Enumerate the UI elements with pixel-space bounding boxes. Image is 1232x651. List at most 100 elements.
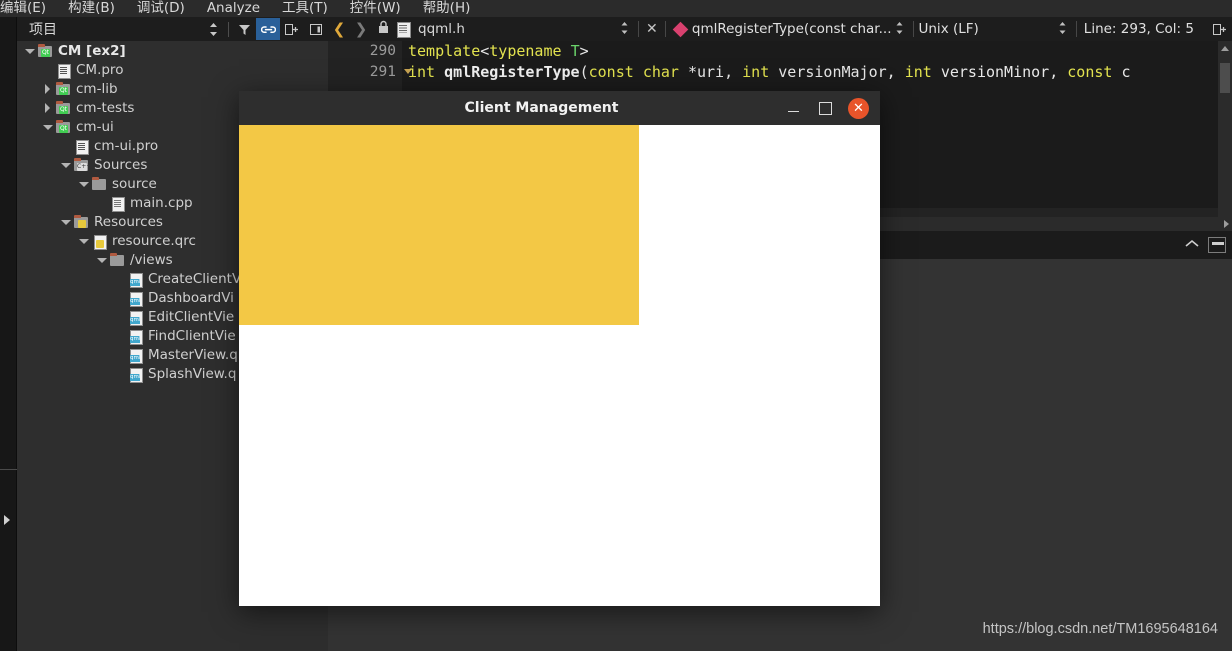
tree-item-label: /views bbox=[130, 251, 173, 268]
qrc-icon bbox=[91, 233, 107, 250]
code-token: T bbox=[570, 42, 580, 60]
current-filename[interactable]: qqml.h bbox=[418, 21, 465, 37]
scroll-up-arrow-icon[interactable] bbox=[1221, 46, 1229, 51]
qml-icon: qml bbox=[127, 290, 143, 307]
scroll-right-arrow-icon[interactable] bbox=[1224, 220, 1229, 228]
menu-item-0[interactable]: 编辑(E) bbox=[0, 0, 57, 17]
symbol-selector-label[interactable]: qmlRegisterType(const char... bbox=[692, 21, 892, 37]
tree-item-label: resource.qrc bbox=[112, 232, 196, 249]
output-toolbar-actions bbox=[1184, 237, 1232, 253]
project-panel-header: 项目 bbox=[17, 17, 328, 41]
expand-arrow-icon[interactable] bbox=[4, 515, 10, 525]
code-content[interactable]: template<typename T> int qmlRegisterType(… bbox=[408, 41, 1131, 83]
collapse-caret-icon[interactable] bbox=[1184, 238, 1200, 253]
tree-twisty-down-icon[interactable] bbox=[25, 46, 35, 56]
tree-item-label: source bbox=[112, 175, 157, 192]
tree-twisty-down-icon[interactable] bbox=[97, 255, 107, 265]
code-token: const bbox=[1067, 63, 1113, 81]
menu-item-label: Analyze bbox=[206, 0, 261, 16]
strip-divider bbox=[0, 469, 17, 470]
line-ending-label[interactable]: Unix (LF) bbox=[919, 21, 979, 37]
mode-selector-strip[interactable] bbox=[0, 17, 17, 651]
tree-item-label: Resources bbox=[94, 213, 163, 230]
split-add-icon[interactable] bbox=[280, 18, 304, 40]
lock-icon[interactable] bbox=[372, 20, 394, 38]
navigate-back-icon[interactable]: ❮ bbox=[328, 20, 350, 38]
code-token: int bbox=[408, 63, 436, 81]
tree-item-label: cm-ui.pro bbox=[94, 137, 159, 154]
editor-toolbar: ❮ ❯ qqml.h ✕ qmlRegisterType(const char.… bbox=[328, 17, 1232, 41]
menu-bar: 编辑(E) 构建(B) 调试(D) Analyze 工具(T) 控件(W) 帮助… bbox=[0, 0, 1232, 17]
navigate-forward-icon[interactable]: ❯ bbox=[350, 20, 372, 38]
tree-item-label: SplashView.q bbox=[148, 365, 237, 382]
filter-icon[interactable] bbox=[232, 18, 256, 40]
split-editor-icon[interactable] bbox=[1208, 18, 1232, 40]
tree-twisty-right-icon[interactable] bbox=[43, 102, 53, 113]
menu-item-5[interactable]: 控件(W) bbox=[339, 0, 412, 17]
editor-vertical-scrollbar[interactable] bbox=[1218, 41, 1232, 217]
toolbar-separator bbox=[228, 21, 229, 37]
toolbar-separator bbox=[637, 21, 639, 37]
tree-twisty-right-icon[interactable] bbox=[43, 83, 53, 94]
resfolder-icon bbox=[73, 214, 89, 230]
maximize-button[interactable] bbox=[816, 99, 834, 117]
tree-twisty-down-icon[interactable] bbox=[61, 160, 71, 170]
maximize-output-icon[interactable] bbox=[1208, 237, 1226, 253]
symbol-dropdown-icon[interactable] bbox=[892, 21, 908, 37]
qtfolder-icon: Qt bbox=[55, 81, 71, 97]
toolbar-separator bbox=[1075, 21, 1077, 37]
tree-item[interactable]: CM.pro bbox=[17, 60, 328, 79]
menu-item-label: 工具(T) bbox=[282, 0, 328, 16]
close-button[interactable]: ✕ bbox=[848, 97, 869, 119]
menu-item-2[interactable]: 调试(D) bbox=[126, 0, 196, 17]
sort-toggle-icon[interactable] bbox=[201, 18, 225, 40]
line-number: 291 bbox=[328, 62, 412, 83]
scrollbar-thumb[interactable] bbox=[1220, 63, 1230, 93]
toolbar-separator bbox=[912, 21, 914, 37]
line-number: 290 bbox=[369, 43, 396, 59]
tree-twisty-down-icon[interactable] bbox=[79, 236, 89, 246]
tree-twisty-down-icon[interactable] bbox=[61, 217, 71, 227]
tree-item-label: Sources bbox=[94, 156, 148, 173]
tree-item[interactable]: Qt CM [ex2] bbox=[17, 41, 328, 60]
open-documents-icon[interactable] bbox=[394, 21, 414, 38]
menu-item-4[interactable]: 工具(T) bbox=[271, 0, 339, 17]
tree-item-label: MasterView.q bbox=[148, 346, 238, 363]
srcfolder-icon: C++ bbox=[73, 157, 91, 173]
qml-icon: qml bbox=[127, 271, 143, 288]
doc-icon bbox=[55, 62, 71, 79]
tree-twisty-down-icon[interactable] bbox=[43, 122, 53, 132]
dialog-title-bar[interactable]: Client Management ✕ bbox=[239, 91, 880, 125]
code-token: typename bbox=[489, 42, 562, 60]
tree-item-label: EditClientVie bbox=[148, 308, 235, 325]
app-window: 编辑(E) 构建(B) 调试(D) Analyze 工具(T) 控件(W) 帮助… bbox=[0, 0, 1232, 651]
code-token: > bbox=[579, 42, 589, 60]
tree-item-label: FindClientVie bbox=[148, 327, 236, 344]
cursor-position-label: Line: 293, Col: 5 bbox=[1083, 21, 1194, 37]
qtfolder-icon: Qt bbox=[55, 119, 71, 135]
tree-item-label: cm-lib bbox=[76, 80, 118, 97]
menu-item-label: 控件(W) bbox=[349, 0, 401, 16]
encoding-dropdown-icon[interactable] bbox=[1055, 21, 1071, 37]
watermark: https://blog.csdn.net/TM1695648164 bbox=[982, 621, 1218, 637]
code-token: char bbox=[642, 63, 679, 81]
tree-twisty-down-icon[interactable] bbox=[79, 179, 89, 189]
link-with-editor-icon[interactable] bbox=[256, 18, 280, 40]
close-split-icon[interactable] bbox=[304, 18, 328, 40]
menu-item-6[interactable]: 帮助(H) bbox=[412, 0, 482, 17]
file-dropdown-icon[interactable] bbox=[617, 21, 633, 37]
cpp-icon bbox=[109, 195, 125, 212]
menu-item-1[interactable]: 构建(B) bbox=[57, 0, 126, 17]
yellow-rectangle bbox=[239, 125, 639, 325]
menu-item-3[interactable]: Analyze bbox=[196, 0, 271, 17]
menu-item-label: 编辑(E) bbox=[0, 0, 47, 16]
toolbar-separator bbox=[664, 21, 666, 37]
dialog-body bbox=[239, 125, 880, 606]
minimize-button[interactable] bbox=[784, 99, 802, 117]
folder-icon bbox=[91, 176, 107, 192]
close-document-icon[interactable]: ✕ bbox=[644, 21, 660, 37]
